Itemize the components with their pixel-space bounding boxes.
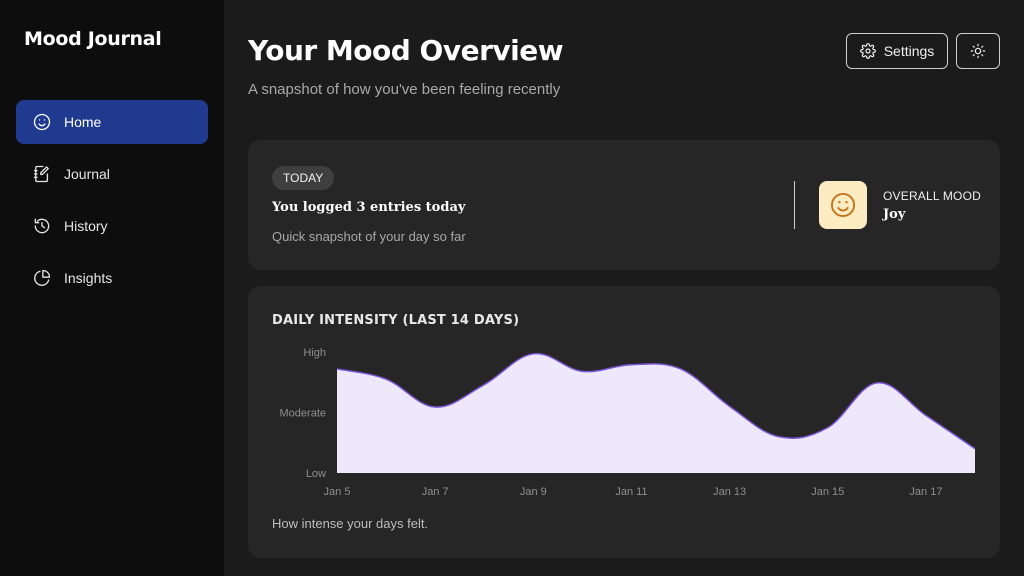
intensity-area bbox=[337, 353, 975, 473]
settings-button[interactable]: Settings bbox=[846, 33, 948, 69]
journal-edit-icon bbox=[32, 164, 52, 184]
sun-icon bbox=[970, 43, 986, 59]
intensity-chart: Low Moderate High Jan 5 Jan 7 Jan 9 Jan 11 Jan … bbox=[280, 347, 976, 498]
sidebar-item-label: Home bbox=[64, 114, 102, 130]
sidebar-item-journal[interactable]: Journal bbox=[16, 152, 208, 196]
sidebar-item-label: Insights bbox=[64, 270, 113, 286]
sidebar-item-home[interactable]: Home bbox=[16, 100, 208, 144]
gear-icon bbox=[859, 43, 876, 59]
chart-caption: How intense your days felt. bbox=[272, 516, 429, 531]
sidebar-item-insights[interactable]: Insights bbox=[16, 256, 208, 300]
sidebar-item-label: History bbox=[64, 218, 108, 234]
sidebar-nav: Home Journal History Insights bbox=[16, 100, 208, 308]
sidebar-item-history[interactable]: History bbox=[16, 204, 208, 248]
pie-chart-icon bbox=[32, 268, 52, 288]
app-title: Mood Journal bbox=[24, 28, 162, 50]
y-tick-label: High bbox=[303, 347, 326, 359]
overall-mood-value: Joy bbox=[883, 207, 906, 222]
theme-toggle-button[interactable] bbox=[956, 33, 1000, 69]
overall-mood-tile bbox=[819, 181, 867, 229]
smile-icon bbox=[32, 112, 52, 132]
today-summary-card: TODAY You logged 3 entries today Quick s… bbox=[248, 140, 1000, 270]
smile-icon bbox=[830, 192, 856, 218]
x-tick-label: Jan 7 bbox=[422, 486, 449, 498]
divider bbox=[794, 181, 795, 229]
today-badge: TODAY bbox=[272, 166, 335, 190]
x-tick-label: Jan 5 bbox=[324, 486, 351, 498]
y-tick-label: Moderate bbox=[280, 408, 326, 420]
today-headline: You logged 3 entries today bbox=[272, 200, 466, 215]
intensity-chart-card: DAILY INTENSITY (LAST 14 DAYS) Low Modera… bbox=[248, 286, 1000, 558]
x-tick-label: Jan 17 bbox=[909, 486, 942, 498]
y-tick-label: Low bbox=[306, 468, 326, 480]
sidebar: Mood Journal Home Journal History Insigh… bbox=[0, 0, 224, 576]
x-tick-label: Jan 9 bbox=[520, 486, 547, 498]
overall-mood-label: OVERALL MOOD bbox=[883, 189, 981, 203]
settings-label: Settings bbox=[883, 43, 935, 59]
page-subtitle: A snapshot of how you've been feeling re… bbox=[248, 81, 561, 98]
x-tick-label: Jan 15 bbox=[811, 486, 844, 498]
sidebar-item-label: Journal bbox=[64, 166, 110, 182]
page-title: Your Mood Overview bbox=[248, 34, 564, 67]
x-tick-label: Jan 13 bbox=[713, 486, 746, 498]
x-tick-label: Jan 11 bbox=[615, 486, 647, 498]
today-description: Quick snapshot of your day so far bbox=[272, 229, 466, 244]
history-icon bbox=[32, 216, 52, 236]
